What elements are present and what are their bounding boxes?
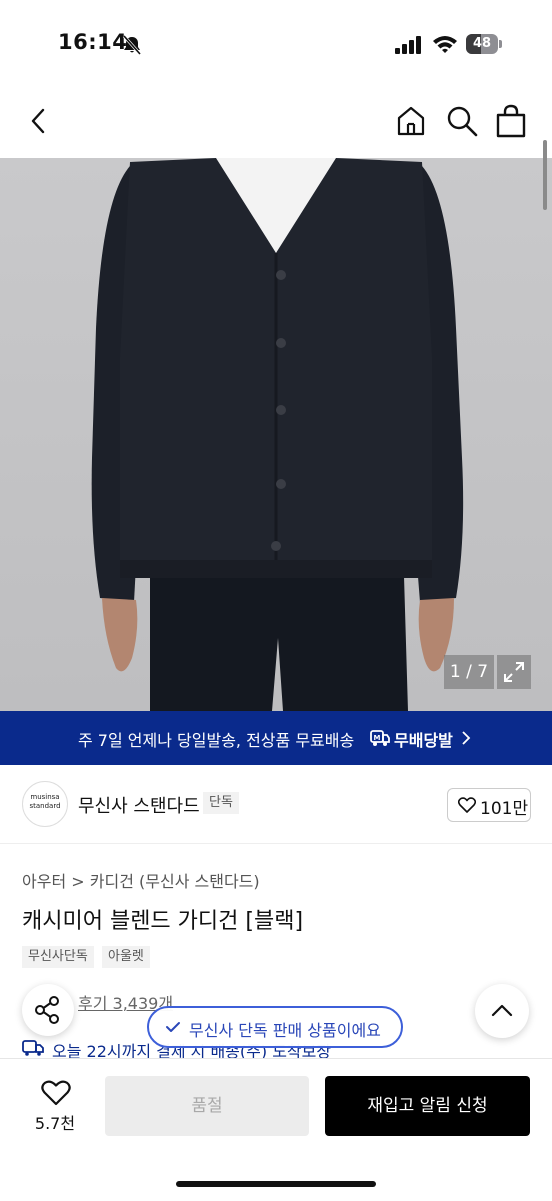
restock-alert-button[interactable]: 재입고 알림 신청: [325, 1076, 530, 1136]
wifi-icon: [433, 36, 457, 53]
breadcrumb: 아우터 > 카디건 (무신사 스탠다드): [22, 868, 260, 892]
check-icon: [166, 1022, 180, 1032]
scroll-top-button[interactable]: [475, 984, 529, 1038]
soldout-button: 품절: [105, 1076, 309, 1136]
product-image[interactable]: [0, 158, 552, 711]
status-time: 16:14: [58, 30, 128, 54]
brand-exclusive-tag: 단독: [203, 792, 239, 814]
delivery-truck-icon: M: [370, 730, 390, 746]
breadcrumb-item-outer[interactable]: 아우터: [22, 872, 66, 891]
signal-icon: [395, 36, 421, 54]
battery-level: 48: [472, 36, 492, 51]
image-counter: 1 / 7: [444, 655, 494, 689]
button-5: [271, 541, 281, 551]
home-icon[interactable]: [394, 104, 428, 138]
breadcrumb-separator-icon: >: [71, 872, 90, 891]
product-photo-illustration: [91, 158, 464, 711]
chevron-up-icon: [491, 1004, 513, 1017]
brand-like-button[interactable]: 101만: [447, 788, 531, 822]
heart-icon: [458, 797, 476, 813]
brand-logo[interactable]: musinsa standard: [22, 781, 68, 827]
home-indicator: [176, 1181, 376, 1187]
battery-icon: 48: [466, 34, 502, 54]
bell-slash-icon: [122, 35, 142, 55]
expand-icon[interactable]: [497, 655, 531, 689]
button-3: [276, 405, 286, 415]
button-4: [276, 479, 286, 489]
chevron-right-icon: [462, 731, 471, 745]
toast-text: 무신사 단독 판매 상품이에요: [189, 1021, 381, 1040]
brand-name[interactable]: 무신사 스탠다드: [78, 792, 200, 818]
left-hand: [102, 598, 138, 672]
scroll-indicator[interactable]: [543, 140, 547, 210]
brand-logo-text: musinsa standard: [23, 793, 67, 811]
trousers: [150, 576, 408, 711]
product-tag: 무신사단독: [22, 946, 94, 968]
delivery-truck-icon: [22, 1040, 44, 1056]
share-icon: [35, 996, 59, 1024]
button-1: [276, 270, 286, 280]
product-title: 캐시미어 블렌드 가디건 [블랙]: [22, 909, 304, 934]
svg-text:M: M: [374, 734, 381, 742]
heart-icon[interactable]: [41, 1080, 71, 1106]
share-button[interactable]: [22, 984, 74, 1036]
product-tag: 아울렛: [102, 946, 150, 968]
search-icon[interactable]: [445, 104, 479, 138]
shopping-bag-icon[interactable]: [495, 104, 527, 138]
brand-logo-line2: standard: [29, 802, 61, 810]
exclusive-toast: 무신사 단독 판매 상품이에요: [147, 1006, 403, 1048]
breadcrumb-item-cardigan[interactable]: 카디건 (무신사 스탠다드): [90, 872, 260, 891]
wish-count: 5.7천: [34, 1114, 76, 1133]
banner-link[interactable]: 무배당발: [394, 727, 453, 751]
battery-cap: [499, 40, 502, 48]
chevron-left-icon[interactable]: [24, 106, 54, 136]
button-2: [276, 338, 286, 348]
rib-hem: [120, 560, 432, 578]
divider: [0, 843, 552, 844]
brand-like-count: 101만: [480, 799, 529, 819]
banner-text: 주 7일 언제나 당일발송, 전상품 무료배송: [78, 731, 355, 750]
brand-logo-line1: musinsa: [30, 793, 60, 801]
